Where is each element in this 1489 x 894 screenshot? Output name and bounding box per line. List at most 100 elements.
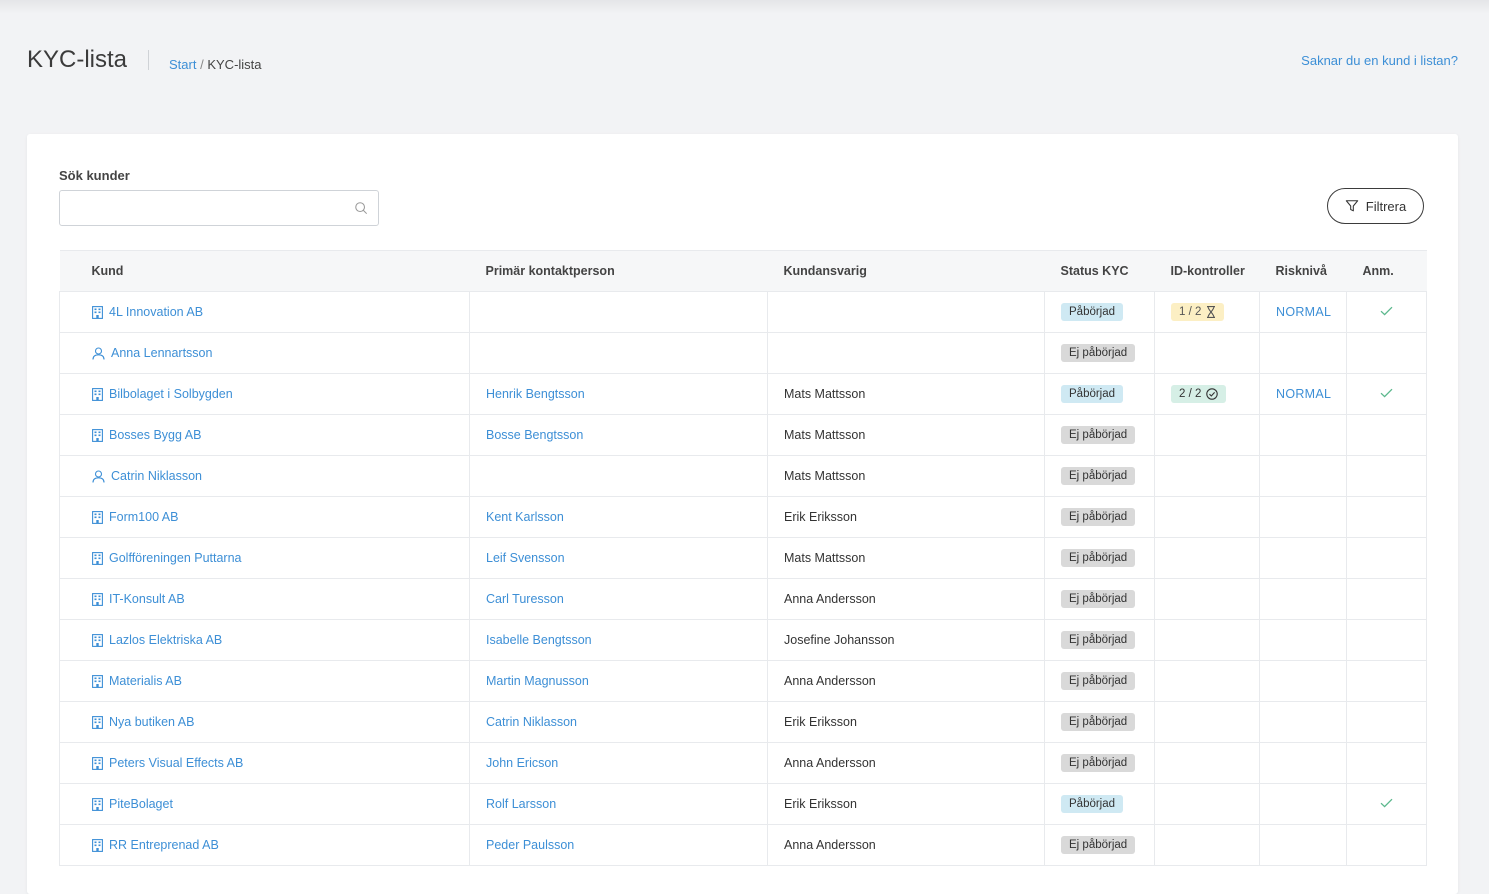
contact-link[interactable]: Henrik Bengtsson (486, 387, 585, 401)
customer-link[interactable]: Bosses Bygg AB (92, 428, 469, 442)
contact-link[interactable]: Rolf Larsson (486, 797, 556, 811)
contact-link[interactable]: Leif Svensson (486, 551, 565, 565)
filter-button[interactable]: Filtrera (1327, 188, 1424, 224)
cell-note (1346, 291, 1427, 333)
table-row[interactable]: PiteBolaget Rolf Larsson Erik Eriksson Påbö… (59, 783, 1427, 825)
column-header-id-checks[interactable]: ID-kontroller (1154, 250, 1260, 292)
cell-responsible: Erik Eriksson (767, 701, 1045, 743)
cell-note (1346, 742, 1427, 784)
table-row[interactable]: Anna Lennartsson Ej påbörjad (59, 332, 1427, 374)
customer-link[interactable]: Nya butiken AB (92, 715, 469, 729)
customer-link[interactable]: IT-Konsult AB (92, 592, 469, 606)
contact-link[interactable]: John Ericson (486, 756, 558, 770)
column-header-contact[interactable]: Primär kontaktperson (469, 250, 768, 292)
building-icon (92, 551, 103, 565)
table-row[interactable]: RR Entreprenad AB Peder Paulsson Anna Ande… (59, 824, 1427, 866)
table-row[interactable]: Golfföreningen Puttarna Leif Svensson Mats… (59, 537, 1427, 579)
responsible-name: Josefine Johansson (784, 633, 895, 647)
contact-link[interactable]: Peder Paulsson (486, 838, 574, 852)
contact-link[interactable]: Bosse Bengtsson (486, 428, 583, 442)
cell-customer: PiteBolaget (59, 783, 470, 825)
cell-customer: Bilbolaget i Solbygden (59, 373, 470, 415)
customer-name: Nya butiken AB (109, 715, 195, 729)
table-row[interactable]: Catrin Niklasson Mats Mattsson Ej påbörjad (59, 455, 1427, 497)
table-row[interactable]: 4L Innovation AB Påbörjad 1 / 2 NORMAL (59, 291, 1427, 333)
customer-name: Bilbolaget i Solbygden (109, 387, 233, 401)
table-body: 4L Innovation AB Påbörjad 1 / 2 NORMAL Anna … (59, 291, 1427, 866)
building-icon (92, 797, 103, 811)
missing-customer-link[interactable]: Saknar du en kund i listan? (1301, 53, 1458, 68)
search-icon[interactable] (354, 201, 368, 215)
cell-status: Påbörjad (1044, 291, 1155, 333)
customer-link[interactable]: 4L Innovation AB (92, 305, 469, 319)
cell-contact: Leif Svensson (469, 537, 768, 579)
cell-contact (469, 291, 768, 333)
responsible-name: Anna Andersson (784, 838, 876, 852)
cell-responsible: Mats Mattsson (767, 537, 1045, 579)
cell-responsible: Josefine Johansson (767, 619, 1045, 661)
customer-link[interactable]: Catrin Niklasson (92, 469, 469, 483)
table-row[interactable]: Nya butiken AB Catrin Niklasson Erik Eriks… (59, 701, 1427, 743)
hourglass-icon (1206, 306, 1216, 318)
breadcrumb-home-link[interactable]: Start (169, 57, 196, 72)
cell-note (1346, 537, 1427, 579)
customer-link[interactable]: Anna Lennartsson (92, 346, 469, 360)
checkmark-icon (1380, 306, 1393, 316)
column-header-status[interactable]: Status KYC (1044, 250, 1155, 292)
cell-status: Ej påbörjad (1044, 455, 1155, 497)
checkmark-icon (1380, 798, 1393, 808)
cell-risk (1259, 783, 1347, 825)
contact-link[interactable]: Isabelle Bengtsson (486, 633, 592, 647)
customer-link[interactable]: Form100 AB (92, 510, 469, 524)
column-header-note[interactable]: Anm. (1346, 250, 1427, 292)
responsible-name: Anna Andersson (784, 674, 876, 688)
breadcrumb-current: KYC-lista (207, 57, 262, 72)
search-label: Sök kunder (59, 168, 130, 183)
table-row[interactable]: Bilbolaget i Solbygden Henrik Bengtsson Ma… (59, 373, 1427, 415)
building-icon (92, 592, 103, 606)
cell-status: Ej påbörjad (1044, 619, 1155, 661)
customer-link[interactable]: Bilbolaget i Solbygden (92, 387, 469, 401)
contact-link[interactable]: Martin Magnusson (486, 674, 589, 688)
search-input[interactable] (60, 191, 360, 223)
cell-risk: NORMAL (1259, 291, 1347, 333)
contact-link[interactable]: Carl Turesson (486, 592, 564, 606)
contact-link[interactable]: Catrin Niklasson (486, 715, 577, 729)
table-row[interactable]: Form100 AB Kent Karlsson Erik Eriksson Ej p… (59, 496, 1427, 538)
responsible-name: Mats Mattsson (784, 551, 866, 565)
customer-name: 4L Innovation AB (109, 305, 204, 319)
customer-link[interactable]: RR Entreprenad AB (92, 838, 469, 852)
customer-name: Golfföreningen Puttarna (109, 551, 242, 565)
cell-contact: Rolf Larsson (469, 783, 768, 825)
cell-responsible: Mats Mattsson (767, 414, 1045, 456)
cell-risk (1259, 414, 1347, 456)
column-header-risk[interactable]: Risknivå (1259, 250, 1347, 292)
cell-risk (1259, 537, 1347, 579)
contact-link[interactable]: Kent Karlsson (486, 510, 564, 524)
cell-customer: Golfföreningen Puttarna (59, 537, 470, 579)
cell-id-checks (1154, 742, 1260, 784)
table-row[interactable]: Bosses Bygg AB Bosse Bengtsson Mats Mattss… (59, 414, 1427, 456)
customer-link[interactable]: Golfföreningen Puttarna (92, 551, 469, 565)
table-row[interactable]: Materialis AB Martin Magnusson Anna Anders… (59, 660, 1427, 702)
customer-link[interactable]: Peters Visual Effects AB (92, 756, 469, 770)
column-header-responsible[interactable]: Kundansvarig (767, 250, 1045, 292)
status-badge: Påbörjad (1061, 795, 1124, 813)
status-badge: Ej påbörjad (1061, 754, 1136, 772)
cell-responsible (767, 291, 1045, 333)
id-check-count: 1 / 2 (1179, 306, 1202, 318)
status-badge: Påbörjad (1061, 303, 1124, 321)
table-row[interactable]: Lazlos Elektriska AB Isabelle Bengtsson Jo… (59, 619, 1427, 661)
customer-link[interactable]: Materialis AB (92, 674, 469, 688)
table-row[interactable]: Peters Visual Effects AB John Ericson Anna… (59, 742, 1427, 784)
person-icon (92, 469, 105, 483)
column-header-kund[interactable]: Kund (59, 250, 470, 292)
search-box (59, 190, 379, 226)
building-icon (92, 428, 103, 442)
cell-contact (469, 332, 768, 374)
cell-id-checks: 1 / 2 (1154, 291, 1260, 333)
customer-link[interactable]: Lazlos Elektriska AB (92, 633, 469, 647)
building-icon (92, 838, 103, 852)
table-row[interactable]: IT-Konsult AB Carl Turesson Anna Andersson… (59, 578, 1427, 620)
customer-link[interactable]: PiteBolaget (92, 797, 469, 811)
